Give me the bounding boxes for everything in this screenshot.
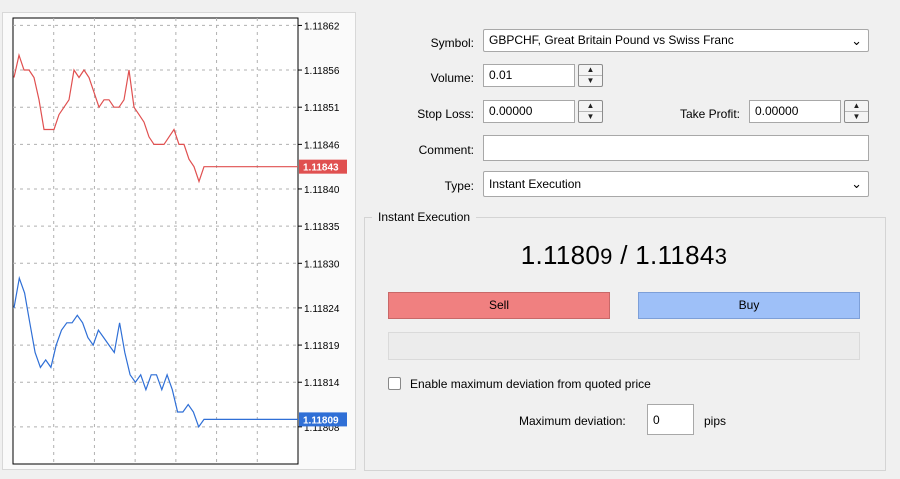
max-deviation-label: Maximum deviation: (519, 414, 626, 428)
ask-price-last-digit: 3 (714, 244, 728, 269)
type-select[interactable]: Instant Execution ⌄ (483, 171, 869, 197)
price-axis-label: 1.11819 (304, 341, 340, 352)
arrow-down-icon[interactable]: ▼ (579, 76, 602, 86)
bid-price-badge: 1.11809 (303, 415, 339, 426)
price-axis-label: 1.11835 (304, 222, 340, 233)
chevron-down-icon: ⌄ (851, 33, 862, 48)
arrow-up-icon[interactable]: ▲ (579, 65, 602, 76)
deviation-unit-label: pips (704, 414, 727, 428)
quote-display: 1.11809 / 1.11843 (364, 240, 884, 271)
bid-price-last-digit: 9 (600, 244, 613, 269)
price-axis-label: 1.11856 (304, 66, 340, 77)
tick-chart: 1.11862 1.11856 1.11851 1.11846 1.11840 1.118… (12, 17, 347, 465)
stoploss-label: Stop Loss: (417, 107, 474, 121)
price-axis-label: 1.11830 (304, 259, 340, 270)
plot-area (12, 17, 299, 465)
comment-label: Comment: (418, 143, 474, 157)
price-chart-panel: 1.11862 1.11856 1.11851 1.11846 1.11840 1.118… (2, 12, 356, 470)
volume-stepper[interactable]: ▲ ▼ (578, 64, 603, 87)
symbol-label: Symbol: (430, 36, 474, 50)
buy-button[interactable]: Buy (638, 292, 860, 319)
bid-price-main: 1.1180 (520, 240, 601, 270)
execution-group-title: Instant Execution (372, 210, 477, 224)
chevron-down-icon: ⌄ (851, 176, 862, 191)
arrow-up-icon[interactable]: ▲ (579, 101, 602, 112)
arrow-down-icon[interactable]: ▼ (579, 112, 602, 122)
max-deviation-checkbox-label[interactable]: Enable maximum deviation from quoted pri… (410, 377, 651, 391)
takeprofit-stepper[interactable]: ▲ ▼ (844, 100, 869, 123)
takeprofit-label: Take Profit: (679, 107, 740, 121)
stoploss-stepper[interactable]: ▲ ▼ (578, 100, 603, 123)
price-axis-label: 1.11862 (304, 21, 340, 32)
price-axis-label: 1.11851 (304, 103, 340, 114)
arrow-down-icon[interactable]: ▼ (845, 112, 868, 122)
arrow-up-icon[interactable]: ▲ (845, 101, 868, 112)
price-separator: / (612, 240, 636, 270)
sell-button[interactable]: Sell (388, 292, 610, 319)
type-label: Type: (444, 179, 474, 193)
ask-price-badge: 1.11843 (303, 163, 339, 174)
max-deviation-input[interactable]: 0 (647, 404, 694, 435)
max-deviation-checkbox[interactable] (388, 377, 401, 390)
volume-input[interactable]: 0.01 (483, 64, 575, 87)
ask-price-main: 1.1184 (635, 240, 715, 270)
volume-label: Volume: (430, 71, 474, 85)
price-axis-label: 1.11840 (304, 185, 340, 196)
takeprofit-input[interactable]: 0.00000 (749, 100, 841, 123)
price-axis-label: 1.11814 (304, 378, 340, 389)
symbol-select-value: GBPCHF, Great Britain Pound vs Swiss Fra… (489, 33, 734, 47)
execution-status-area (388, 332, 860, 360)
comment-input[interactable] (483, 135, 869, 161)
stoploss-input[interactable]: 0.00000 (483, 100, 575, 123)
price-axis-label: 1.11824 (304, 304, 340, 315)
type-select-value: Instant Execution (489, 177, 582, 191)
price-axis-label: 1.11846 (304, 140, 340, 151)
symbol-select[interactable]: GBPCHF, Great Britain Pound vs Swiss Fra… (483, 29, 869, 52)
